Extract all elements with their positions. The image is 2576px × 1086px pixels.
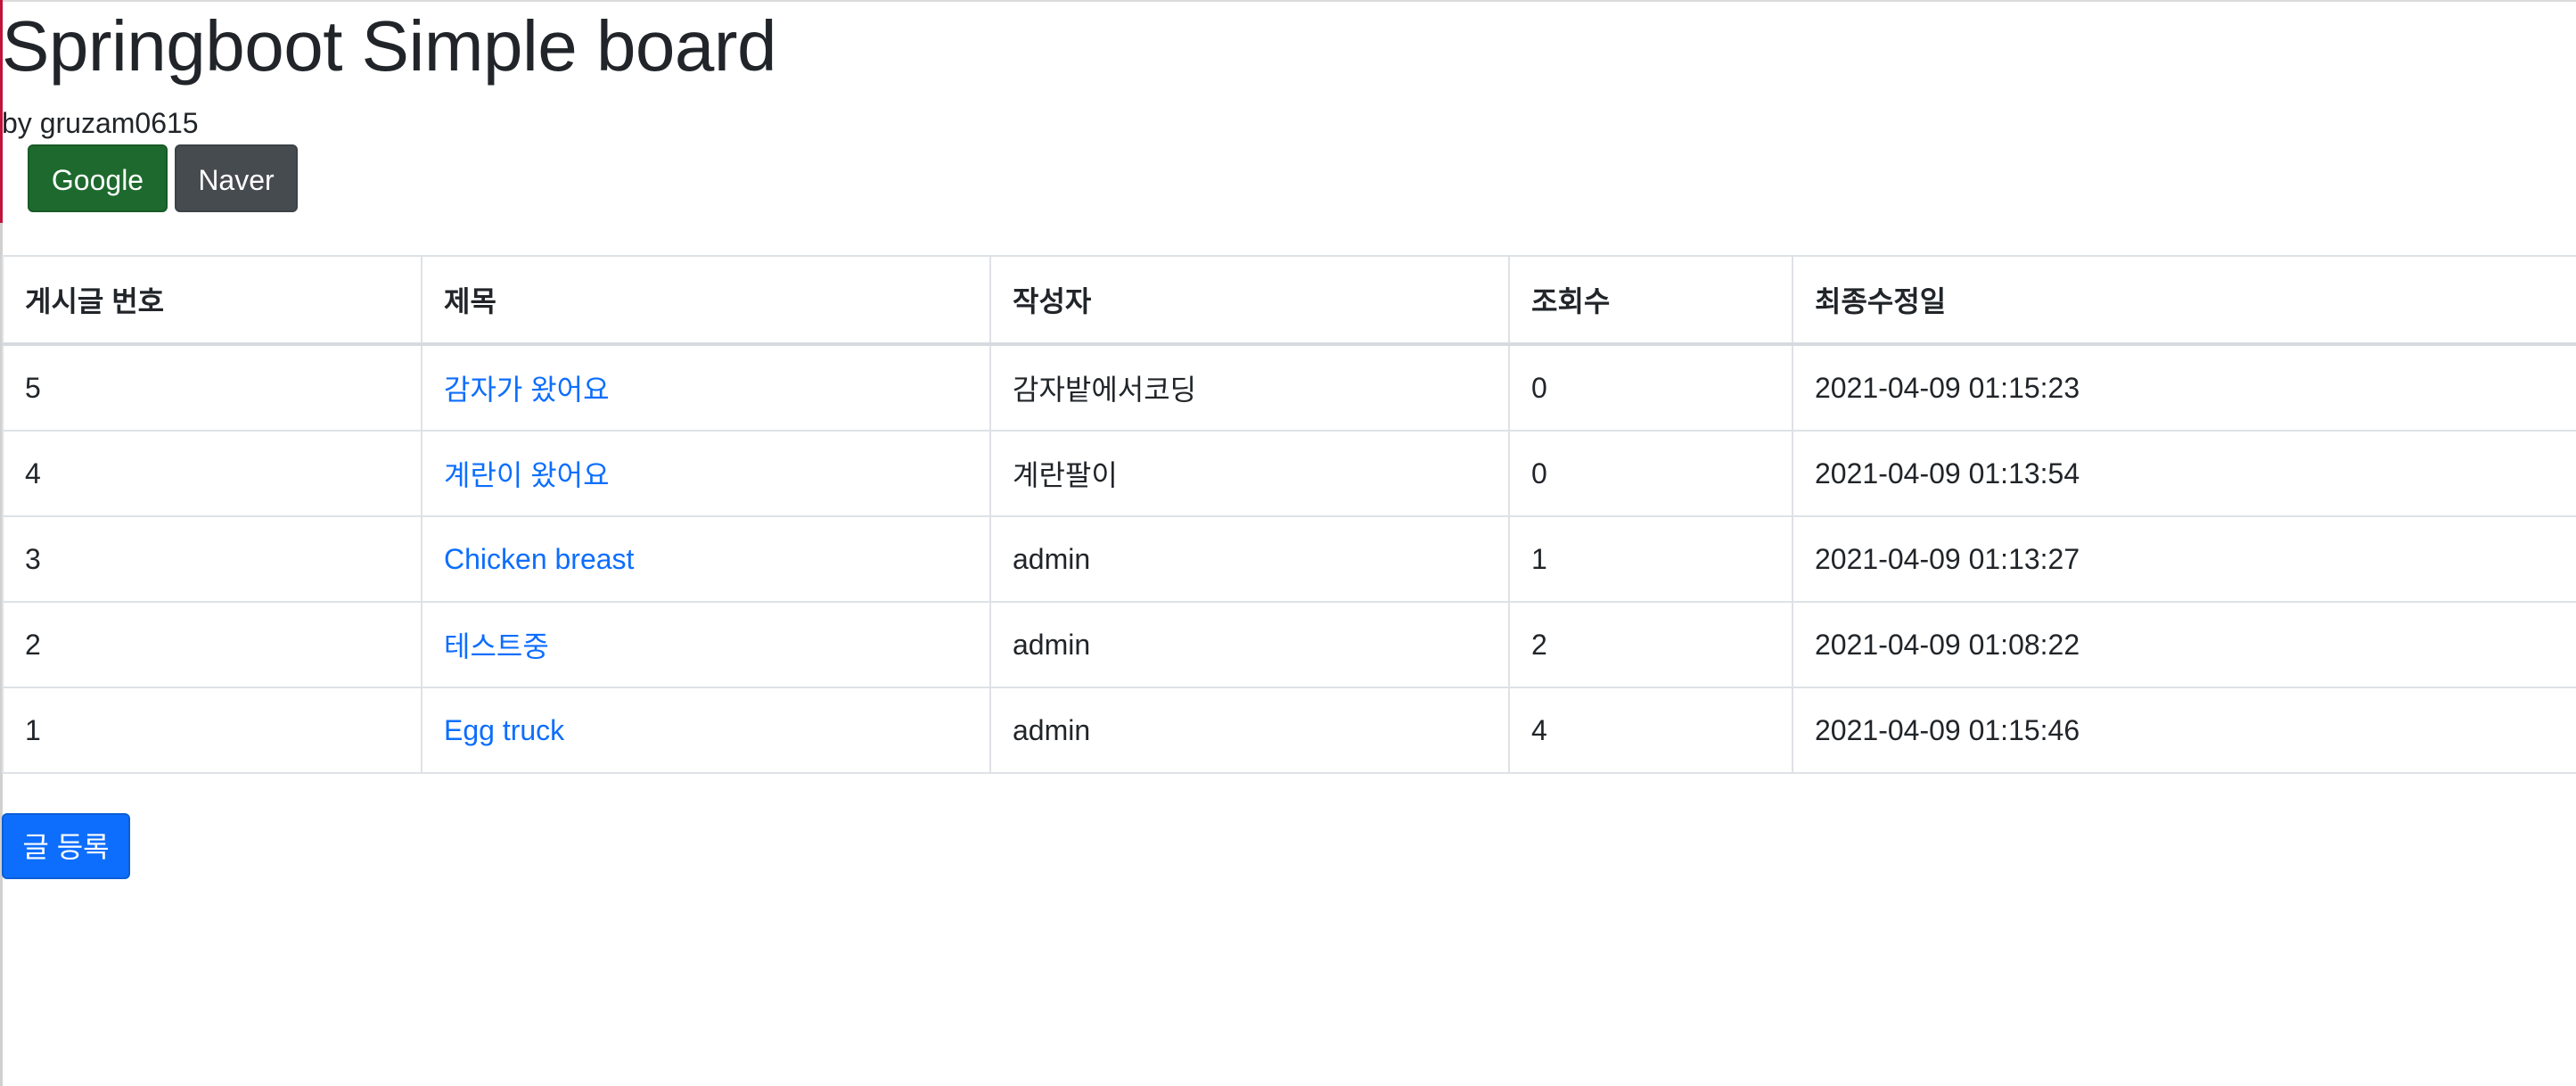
column-header-title: 제목 [421, 255, 991, 346]
post-title-link[interactable]: Chicken breast [444, 543, 634, 575]
post-author: admin [989, 687, 1510, 774]
table-row: 3 Chicken breast admin 1 2021-04-09 01:1… [2, 515, 2576, 603]
post-number: 2 [2, 601, 422, 688]
naver-login-button[interactable]: Naver [175, 144, 298, 212]
post-title-link[interactable]: Egg truck [444, 714, 564, 746]
table-row: 4 계란이 왔어요 계란팔이 0 2021-04-09 01:13:54 [2, 430, 2576, 517]
post-modified-date: 2021-04-09 01:08:22 [1792, 601, 2576, 688]
post-author: admin [989, 515, 1510, 603]
google-login-button[interactable]: Google [28, 144, 168, 212]
post-views: 0 [1508, 430, 1793, 517]
post-author: admin [989, 601, 1510, 688]
post-title-cell: 테스트중 [421, 601, 991, 688]
column-header-views: 조회수 [1508, 255, 1793, 346]
post-modified-date: 2021-04-09 01:13:54 [1792, 430, 2576, 517]
post-title-link[interactable]: 계란이 왔어요 [444, 459, 610, 491]
table-row: 2 테스트중 admin 2 2021-04-09 01:08:22 [2, 601, 2576, 688]
post-title-cell: 계란이 왔어요 [421, 430, 991, 517]
post-title-cell: Egg truck [421, 687, 991, 774]
board-table-body: 5 감자가 왔어요 감자밭에서코딩 0 2021-04-09 01:15:23 … [2, 343, 2576, 774]
post-modified-date: 2021-04-09 01:15:23 [1792, 343, 2576, 432]
post-modified-date: 2021-04-09 01:15:46 [1792, 687, 2576, 774]
column-header-modified: 최종수정일 [1792, 255, 2576, 346]
post-title-link[interactable]: 테스트중 [444, 630, 549, 662]
post-number: 5 [2, 343, 422, 432]
post-number: 4 [2, 430, 422, 517]
author-line: by gruzam0615 [2, 107, 199, 139]
table-row: 5 감자가 왔어요 감자밭에서코딩 0 2021-04-09 01:15:23 [2, 343, 2576, 432]
write-post-button[interactable]: 글 등록 [2, 813, 130, 879]
post-modified-date: 2021-04-09 01:13:27 [1792, 515, 2576, 603]
table-header-row: 게시글 번호 제목 작성자 조회수 최종수정일 [2, 255, 2576, 346]
board-table: 게시글 번호 제목 작성자 조회수 최종수정일 5 감자가 왔어요 감자밭에서코… [2, 255, 2576, 774]
post-number: 3 [2, 515, 422, 603]
table-row: 1 Egg truck admin 4 2021-04-09 01:15:46 [2, 687, 2576, 774]
post-number: 1 [2, 687, 422, 774]
column-header-number: 게시글 번호 [2, 255, 422, 346]
post-views: 0 [1508, 343, 1793, 432]
page-title: Springboot Simple board [2, 6, 777, 86]
post-views: 4 [1508, 687, 1793, 774]
post-title-cell: Chicken breast [421, 515, 991, 603]
post-author: 계란팔이 [989, 430, 1510, 517]
post-title-cell: 감자가 왔어요 [421, 343, 991, 432]
board-table-header: 게시글 번호 제목 작성자 조회수 최종수정일 [2, 255, 2576, 346]
post-views: 2 [1508, 601, 1793, 688]
column-header-author: 작성자 [989, 255, 1510, 346]
post-author: 감자밭에서코딩 [989, 343, 1510, 432]
post-title-link[interactable]: 감자가 왔어요 [444, 374, 610, 406]
post-views: 1 [1508, 515, 1793, 603]
